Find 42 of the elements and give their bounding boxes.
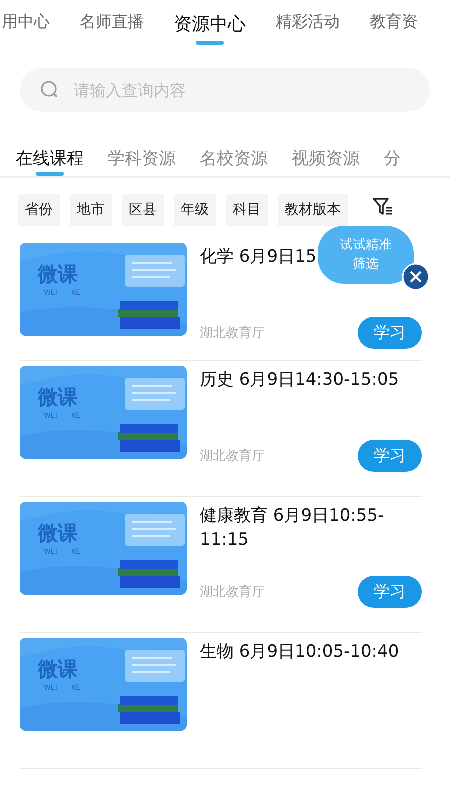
filter-chip[interactable]: 科目	[226, 194, 268, 226]
filter-chip[interactable]: 区县	[122, 194, 164, 226]
note-panel-drawing	[125, 255, 185, 287]
books-drawing	[118, 560, 180, 588]
close-icon[interactable]	[402, 263, 430, 291]
course-source: 湖北教育厅	[200, 324, 265, 342]
thumbnail-title: 微课	[38, 520, 78, 547]
resource-tab[interactable]: 在线课程	[16, 142, 84, 174]
study-button[interactable]: 学习	[358, 440, 422, 472]
note-panel-drawing	[125, 514, 185, 546]
resource-tab[interactable]: 名校资源	[200, 142, 268, 174]
course-title: 化学 6月9日15	[200, 246, 317, 269]
course-source: 湖北教育厅	[200, 448, 265, 465]
category-tab[interactable]: 精彩活动	[276, 12, 340, 41]
resource-tab[interactable]: 学科资源	[108, 142, 176, 174]
filter-chip[interactable]: 年级	[174, 194, 216, 226]
books-drawing	[118, 696, 180, 724]
course-source: 湖北教育厅	[200, 584, 265, 601]
category-tab[interactable]: 资源中心	[174, 12, 246, 44]
course-title: 历史 6月9日14:30-15:05	[200, 369, 400, 392]
filter-chip[interactable]: 省份	[18, 194, 60, 226]
category-tab[interactable]: 名师直播	[80, 12, 144, 41]
course-title: 生物 6月9日10:05-10:40	[200, 641, 400, 664]
thumbnail-title: 微课	[38, 656, 78, 683]
category-tab[interactable]: 用中心	[2, 12, 50, 41]
category-tab[interactable]: 教育资	[370, 12, 418, 41]
filter-icon[interactable]	[372, 196, 394, 218]
filter-chip[interactable]: 地市	[70, 194, 112, 226]
books-drawing	[118, 301, 180, 329]
thumbnail-title: 微课	[38, 261, 78, 288]
filter-chip[interactable]: 教材版本	[278, 194, 348, 226]
course-title: 健康教育 6月9日10:55-11:15	[200, 505, 386, 552]
tip-text: 试试精准筛选	[340, 237, 392, 274]
search-field[interactable]: 请输入查询内容	[20, 68, 430, 112]
note-panel-drawing	[125, 378, 185, 410]
books-drawing	[118, 424, 180, 452]
resource-tab[interactable]: 视频资源	[292, 142, 360, 174]
resource-tab[interactable]: 分	[384, 142, 401, 174]
thumbnail-title: 微课	[38, 384, 78, 411]
study-button[interactable]: 学习	[358, 317, 422, 349]
study-button[interactable]: 学习	[358, 576, 422, 608]
note-panel-drawing	[125, 650, 185, 682]
